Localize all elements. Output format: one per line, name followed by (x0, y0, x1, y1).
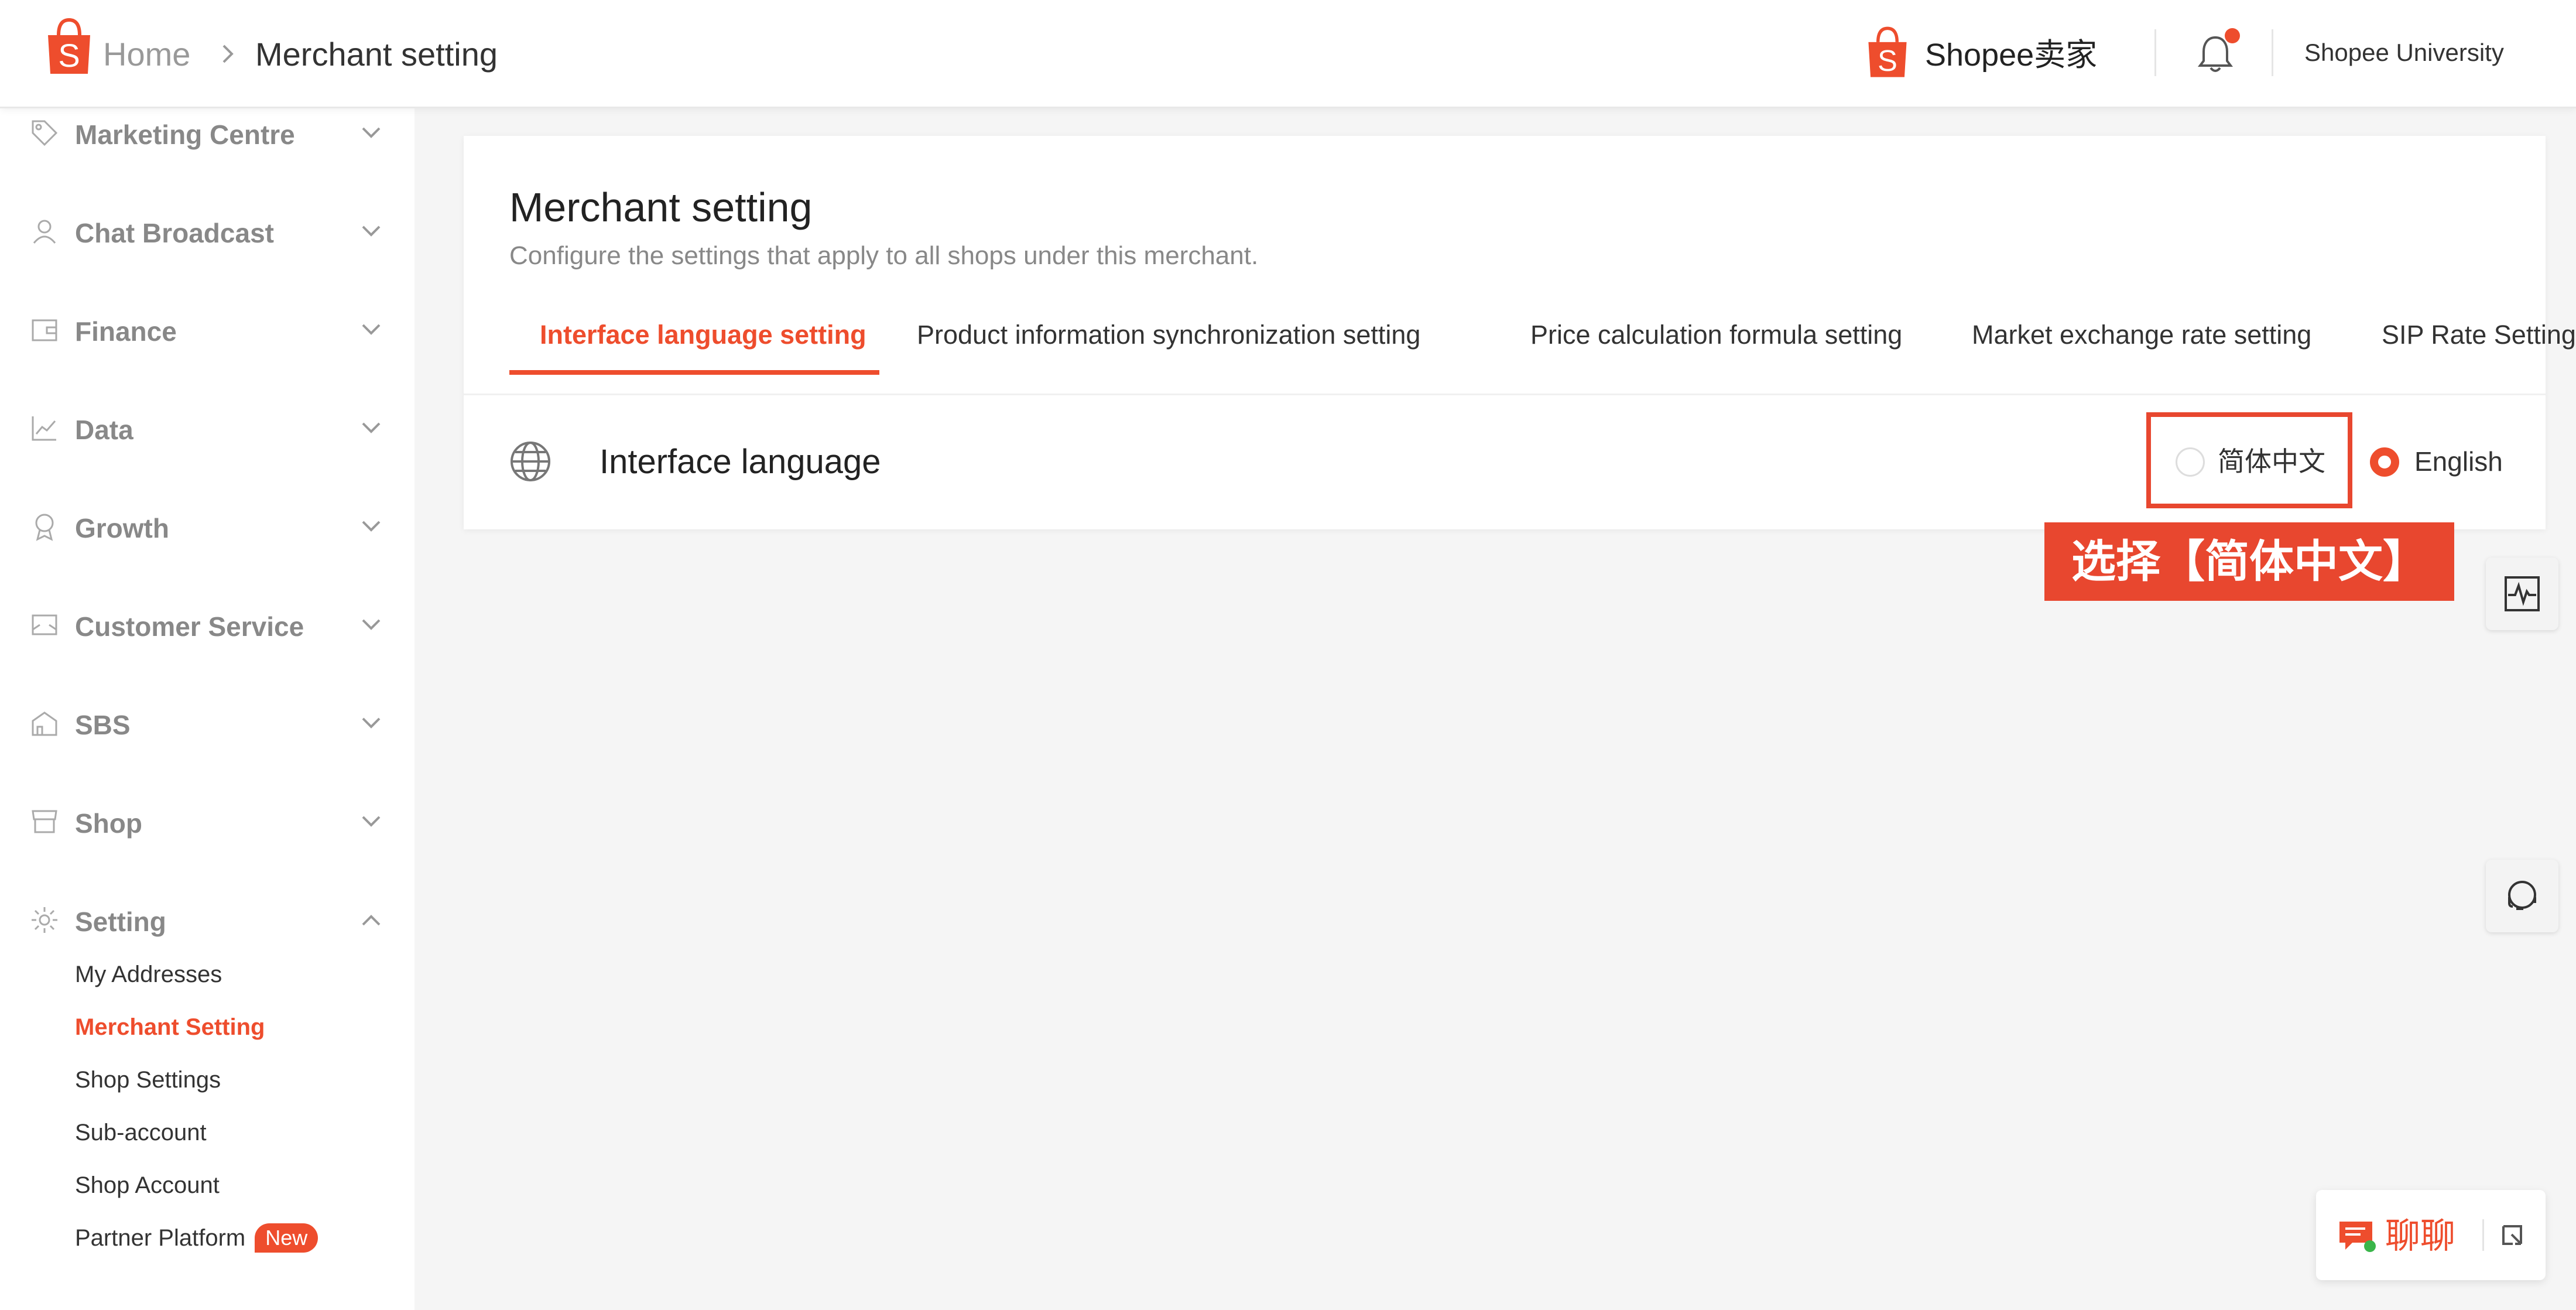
chat-icon (2339, 1222, 2376, 1252)
tag-icon (32, 120, 58, 146)
sidebar-item-finance[interactable]: Finance (0, 302, 415, 360)
sidebar-item-label: Customer Service (75, 611, 304, 642)
chevron-down-icon (362, 127, 381, 138)
tab-sip-rate[interactable]: SIP Rate Setting (2382, 319, 2576, 351)
chevron-right-icon (222, 45, 234, 63)
chevron-down-icon (362, 717, 381, 728)
user-icon (33, 220, 56, 244)
tabs-divider (464, 394, 2546, 395)
tab-price-formula[interactable]: Price calculation formula setting (1530, 319, 1902, 351)
gear-icon (32, 907, 57, 933)
shopee-logo-icon[interactable]: S (44, 18, 94, 76)
brand-logo-letter: S (1878, 44, 1897, 77)
sidebar-item-setting[interactable]: Setting (0, 892, 415, 950)
pulse-icon (2505, 576, 2540, 611)
warehouse-icon (32, 712, 57, 736)
sidebar: Marketing Centre Chat Broadcast Finance … (0, 108, 415, 1310)
sidebar-item-sbs[interactable]: SBS (0, 695, 415, 754)
chevron-down-icon (362, 619, 381, 630)
mail-icon (32, 614, 57, 635)
sidebar-item-label: Marketing Centre (75, 119, 295, 150)
customer-support-button[interactable] (2486, 860, 2558, 932)
active-tab-underline (509, 370, 879, 375)
breadcrumb-current: Merchant setting (255, 36, 498, 73)
shopee-university-link[interactable]: Shopee University (2304, 37, 2504, 68)
headset-icon (2508, 881, 2536, 910)
logo-letter: S (58, 37, 80, 74)
top-header: S Home Merchant setting S Shopee卖家 Shope… (0, 0, 2576, 108)
breadcrumb-home[interactable]: Home (103, 34, 190, 75)
tab-interface-language[interactable]: Interface language setting (540, 319, 866, 351)
annotation-highlight-box (2146, 412, 2352, 508)
chart-icon (32, 416, 56, 441)
sidebar-item-label: Chat Broadcast (75, 218, 274, 248)
shop-icon (32, 810, 57, 833)
chat-label: 聊聊 (2385, 1216, 2455, 1257)
chat-widget[interactable]: 聊聊 (2316, 1190, 2546, 1280)
sidebar-item-shop[interactable]: Shop (0, 793, 415, 852)
interface-language-label: Interface language (600, 443, 881, 481)
notification-dot (2225, 28, 2240, 43)
sidebar-item-label: SBS (75, 710, 131, 740)
chat-divider (2482, 1219, 2484, 1251)
annotation-label: 选择【简体中文】 (2044, 522, 2454, 601)
chevron-down-icon (362, 521, 381, 532)
header-divider (2154, 29, 2156, 76)
medal-icon (35, 514, 54, 541)
sidebar-item-customer-service[interactable]: Customer Service (0, 597, 415, 655)
shopee-seller-logo-icon[interactable]: S (1865, 26, 1910, 80)
chevron-down-icon (362, 324, 381, 335)
sidebar-item-label: Finance (75, 316, 177, 347)
tab-exchange-rate[interactable]: Market exchange rate setting (1972, 319, 2311, 351)
radio-english[interactable] (2370, 447, 2399, 477)
radio-label-english[interactable]: English (2414, 445, 2503, 478)
sidebar-item-label: Data (75, 415, 133, 445)
sidebar-subitem-sub-account[interactable]: Sub-account (75, 1118, 207, 1147)
header-divider (2272, 29, 2273, 76)
brand-name[interactable]: Shopee卖家 (1925, 36, 2097, 74)
chevron-down-icon (362, 422, 381, 433)
sidebar-item-label: Growth (75, 513, 169, 543)
sidebar-item-label: Setting (75, 907, 166, 937)
sidebar-item-marketing-centre[interactable]: Marketing Centre (0, 105, 415, 163)
sidebar-item-growth[interactable]: Growth (0, 498, 415, 557)
page-description: Configure the settings that apply to all… (509, 241, 1259, 270)
chevron-down-icon (362, 225, 381, 237)
sidebar-item-label: Shop (75, 808, 142, 839)
sidebar-subitem-shop-account[interactable]: Shop Account (75, 1171, 220, 1200)
sidebar-subitem-partner-platform[interactable]: Partner Platform New (75, 1223, 318, 1253)
sidebar-subitem-label: Partner Platform (75, 1225, 246, 1251)
tab-product-info-sync[interactable]: Product information synchronization sett… (917, 319, 1420, 351)
sidebar-item-chat-broadcast[interactable]: Chat Broadcast (0, 203, 415, 262)
new-badge: New (255, 1223, 318, 1253)
chevron-up-icon (362, 915, 381, 926)
activity-monitor-button[interactable] (2486, 557, 2558, 630)
sidebar-subitem-my-addresses[interactable]: My Addresses (75, 960, 222, 989)
minimize-chat-icon[interactable] (2498, 1220, 2527, 1250)
sidebar-item-data[interactable]: Data (0, 400, 415, 459)
globe-icon (511, 442, 550, 481)
page-title: Merchant setting (509, 184, 813, 230)
wallet-icon (32, 319, 57, 341)
sidebar-subitem-shop-settings[interactable]: Shop Settings (75, 1065, 221, 1094)
settings-tabs: Interface language setting Product infor… (509, 306, 2576, 376)
chevron-down-icon (362, 816, 381, 827)
sidebar-subitem-merchant-setting[interactable]: Merchant Setting (75, 1013, 265, 1042)
